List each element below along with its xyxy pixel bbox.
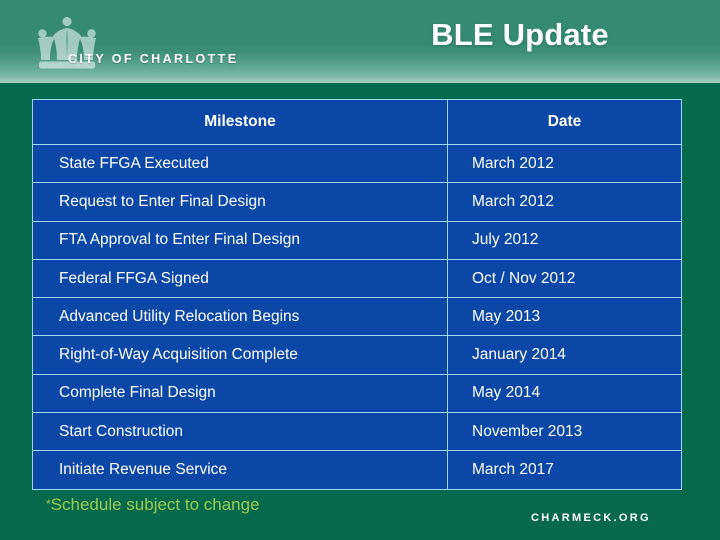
table-row: Right-of-Way Acquisition Complete Januar…	[32, 335, 682, 375]
table-row: State FFGA Executed March 2012	[32, 143, 682, 184]
cell-milestone: Complete Final Design	[32, 373, 448, 414]
table-row: Federal FFGA Signed Oct / Nov 2012	[32, 258, 682, 299]
table-row: Initiate Revenue Service March 2017	[32, 450, 682, 490]
cell-date: Oct / Nov 2012	[447, 258, 682, 299]
cell-date: May 2013	[447, 297, 682, 337]
cell-milestone: Start Construction	[32, 412, 448, 452]
cell-milestone: Request to Enter Final Design	[32, 182, 448, 222]
page-title: BLE Update	[431, 17, 609, 52]
charmeck-wordmark: CHARMECK.ORG	[531, 512, 651, 524]
footnote-text: Schedule subject to change	[50, 495, 260, 514]
table-row: FTA Approval to Enter Final Design July …	[32, 220, 682, 260]
cell-date: March 2017	[447, 450, 682, 490]
cell-date: January 2014	[447, 335, 682, 375]
cell-date: July 2012	[447, 220, 682, 260]
table-header-row: Milestone Date	[32, 99, 682, 145]
city-of-charlotte-logo: CITY OF CHARLOTTE	[26, 16, 266, 74]
schedule-footnote: *Schedule subject to change	[46, 495, 260, 515]
milestone-schedule-table: Milestone Date State FFGA Executed March…	[32, 99, 682, 490]
cell-date: November 2013	[447, 412, 682, 452]
table-row: Complete Final Design May 2014	[32, 373, 682, 414]
cell-milestone: Right-of-Way Acquisition Complete	[32, 335, 448, 375]
cell-milestone: State FFGA Executed	[32, 143, 448, 184]
cell-milestone: Initiate Revenue Service	[32, 450, 448, 490]
logo-wordmark: CITY OF CHARLOTTE	[68, 52, 239, 66]
table-row: Start Construction November 2013	[32, 412, 682, 452]
cell-date: May 2014	[447, 373, 682, 414]
cell-milestone: Advanced Utility Relocation Begins	[32, 297, 448, 337]
cell-milestone: Federal FFGA Signed	[32, 258, 448, 299]
column-header-milestone: Milestone	[32, 99, 448, 145]
table-row: Advanced Utility Relocation Begins May 2…	[32, 297, 682, 337]
cell-date: March 2012	[447, 143, 682, 184]
slide: CITY OF CHARLOTTE BLE Update Milestone D…	[0, 0, 720, 540]
column-header-date: Date	[447, 99, 682, 145]
cell-date: March 2012	[447, 182, 682, 222]
cell-milestone: FTA Approval to Enter Final Design	[32, 220, 448, 260]
table-row: Request to Enter Final Design March 2012	[32, 182, 682, 222]
